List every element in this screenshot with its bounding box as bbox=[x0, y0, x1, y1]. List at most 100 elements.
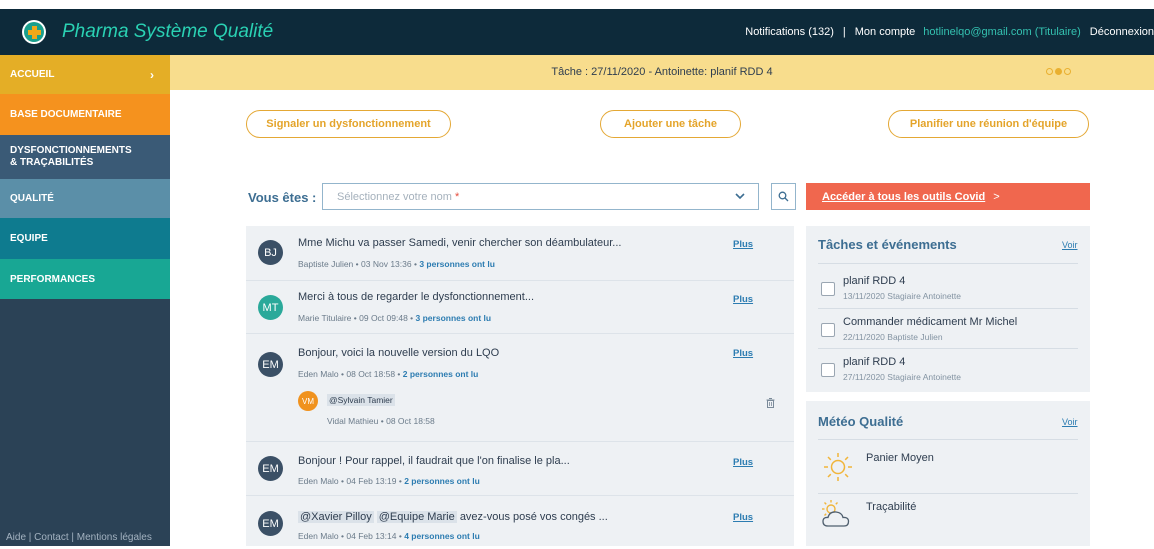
required-mark: * bbox=[455, 191, 460, 203]
message-text: @Xavier Pilloy @Equipe Marie avez-vous p… bbox=[298, 511, 608, 523]
comment-date: 08 Oct 18:58 bbox=[386, 416, 435, 426]
feed-message[interactable]: EM Bonjour, voici la nouvelle version du… bbox=[246, 334, 794, 442]
trash-icon[interactable] bbox=[766, 398, 775, 408]
comment-avatar: VM bbox=[298, 391, 318, 411]
sidebar-item-label-line1: DYSFONCTIONNEMENTS bbox=[10, 145, 132, 156]
search-button[interactable] bbox=[771, 183, 796, 210]
signal-dysfunction-button[interactable]: Signaler un dysfonctionnement bbox=[246, 110, 451, 138]
cross-icon bbox=[27, 25, 41, 39]
message-text: Mme Michu va passer Samedi, venir cherch… bbox=[298, 237, 622, 249]
weather-item-label[interactable]: Panier Moyen bbox=[866, 452, 934, 464]
add-task-button[interactable]: Ajouter une tâche bbox=[600, 110, 741, 138]
chevron-right-icon: > bbox=[993, 190, 1000, 203]
weather-item-label[interactable]: Traçabilité bbox=[866, 501, 916, 513]
task-item[interactable]: planif RDD 4 27/11/2020 Stagiaire Antoin… bbox=[821, 355, 1081, 387]
identity-label: Vous êtes : bbox=[248, 190, 317, 205]
top-bar: Pharma Système Qualité Notifications (13… bbox=[0, 9, 1154, 55]
meta-separator: • bbox=[341, 369, 344, 379]
logout-link[interactable]: Déconnexion bbox=[1090, 26, 1154, 38]
readers-count[interactable]: 2 personnes ont lu bbox=[403, 369, 479, 379]
message-meta: Eden Malo • 04 Feb 13:19 • 2 personnes o… bbox=[298, 476, 480, 486]
account-link[interactable]: Mon compte bbox=[855, 26, 916, 38]
tasks-panel-title: Tâches et événements bbox=[818, 237, 957, 252]
message-text: Merci à tous de regarder le dysfonctionn… bbox=[298, 291, 535, 303]
carousel-dot-active[interactable] bbox=[1055, 68, 1062, 75]
sidebar-item-base-documentaire[interactable]: BASE DOCUMENTAIRE bbox=[0, 94, 170, 135]
message-date: 03 Nov 13:36 bbox=[361, 259, 412, 269]
user-mention[interactable]: @Xavier Pilloy bbox=[298, 511, 374, 523]
readers-count[interactable]: 4 personnes ont lu bbox=[404, 531, 480, 541]
chevron-down-icon bbox=[735, 193, 745, 200]
meta-separator: • bbox=[398, 531, 402, 541]
sidebar-item-performances[interactable]: PERFORMANCES bbox=[0, 259, 170, 299]
separator: | bbox=[842, 26, 846, 38]
quality-weather-title: Météo Qualité bbox=[818, 414, 904, 429]
app-title[interactable]: Pharma Système Qualité bbox=[62, 21, 273, 43]
task-item[interactable]: Commander médicament Mr Michel 22/11/202… bbox=[821, 315, 1081, 347]
message-date: 09 Oct 09:48 bbox=[359, 313, 408, 323]
task-subtitle: 13/11/2020 Stagiaire Antoinette bbox=[843, 291, 961, 301]
avatar: MT bbox=[258, 295, 283, 320]
sidebar: ACCUEIL › BASE DOCUMENTAIRE DYSFONCTIONN… bbox=[0, 55, 170, 546]
sidebar-item-label: PERFORMANCES bbox=[10, 273, 96, 285]
notifications-link[interactable]: Notifications (132) bbox=[745, 26, 834, 38]
message-author: Eden Malo bbox=[298, 369, 339, 379]
readers-count[interactable]: 3 personnes ont lu bbox=[419, 259, 495, 269]
divider bbox=[818, 348, 1078, 349]
sidebar-item-label: QUALITÉ bbox=[10, 193, 54, 204]
avatar: EM bbox=[258, 511, 283, 536]
weather-see-all-link[interactable]: Voir bbox=[1062, 417, 1078, 427]
message-date: 04 Feb 13:14 bbox=[346, 531, 397, 541]
message-author: Baptiste Julien bbox=[298, 259, 354, 269]
feed-message[interactable]: BJ Mme Michu va passer Samedi, venir che… bbox=[246, 226, 794, 281]
carousel-dot[interactable] bbox=[1046, 68, 1053, 75]
feed-message[interactable]: EM @Xavier Pilloy @Equipe Marie avez-vou… bbox=[246, 496, 794, 546]
name-select[interactable]: Sélectionnez votre nom * bbox=[322, 183, 759, 210]
sidebar-item-qualite[interactable]: QUALITÉ bbox=[0, 179, 170, 218]
task-banner: Tâche : 27/11/2020 - Antoinette: planif … bbox=[170, 55, 1154, 90]
message-text: Bonjour, voici la nouvelle version du LQ… bbox=[298, 347, 500, 359]
readers-count[interactable]: 2 personnes ont lu bbox=[404, 476, 480, 486]
covid-tools-button[interactable]: Accéder à tous les outils Covid > bbox=[806, 183, 1090, 210]
group-mention[interactable]: @Equipe Marie bbox=[376, 511, 457, 523]
more-link[interactable]: Plus bbox=[733, 239, 753, 250]
plan-meeting-button[interactable]: Planifier une réunion d'équipe bbox=[888, 110, 1089, 138]
tasks-see-all-link[interactable]: Voir bbox=[1062, 240, 1078, 250]
more-link[interactable]: Plus bbox=[733, 512, 753, 523]
more-link[interactable]: Plus bbox=[733, 348, 753, 359]
readers-count[interactable]: 3 personnes ont lu bbox=[416, 313, 492, 323]
more-link[interactable]: Plus bbox=[733, 457, 753, 468]
task-item[interactable]: planif RDD 4 13/11/2020 Stagiaire Antoin… bbox=[821, 274, 1081, 306]
message-date: 04 Feb 13:19 bbox=[346, 476, 397, 486]
feed-message[interactable]: EM Bonjour ! Pour rappel, il faudrait qu… bbox=[246, 442, 794, 496]
avatar: EM bbox=[258, 352, 283, 377]
top-frame bbox=[0, 0, 1154, 9]
comment-author: Vidal Mathieu bbox=[327, 416, 379, 426]
sidebar-footer-links[interactable]: Aide | Contact | Mentions légales bbox=[6, 532, 152, 543]
task-checkbox[interactable] bbox=[821, 363, 835, 377]
feed-message[interactable]: MT Merci à tous de regarder le dysfoncti… bbox=[246, 281, 794, 334]
more-link[interactable]: Plus bbox=[733, 294, 753, 305]
meta-separator: • bbox=[355, 259, 359, 269]
task-banner-text[interactable]: Tâche : 27/11/2020 - Antoinette: planif … bbox=[170, 66, 1154, 78]
meta-separator: • bbox=[380, 416, 384, 426]
message-author: Marie Titulaire bbox=[298, 313, 352, 323]
sidebar-item-dysfonctionnements[interactable]: DYSFONCTIONNEMENTS & TRAÇABILITÉS bbox=[0, 135, 170, 179]
task-title: planif RDD 4 bbox=[843, 275, 906, 287]
logo-cross-icon[interactable] bbox=[22, 20, 46, 44]
sidebar-item-equipe[interactable]: EQUIPE bbox=[0, 218, 170, 259]
task-checkbox[interactable] bbox=[821, 282, 835, 296]
task-subtitle: 22/11/2020 Baptiste Julien bbox=[843, 332, 943, 342]
carousel-dot[interactable] bbox=[1064, 68, 1071, 75]
tasks-panel: Tâches et événements Voir planif RDD 4 1… bbox=[806, 226, 1090, 392]
message-feed: BJ Mme Michu va passer Samedi, venir che… bbox=[246, 226, 794, 546]
avatar: EM bbox=[258, 456, 283, 481]
account-menu: Notifications (132) | Mon compte hotline… bbox=[745, 26, 1154, 38]
task-checkbox[interactable] bbox=[821, 323, 835, 337]
comment-mention[interactable]: @Sylvain Tamier bbox=[327, 394, 395, 406]
search-icon bbox=[778, 191, 789, 202]
divider bbox=[818, 439, 1078, 440]
sidebar-item-accueil[interactable]: ACCUEIL › bbox=[0, 55, 170, 94]
meta-separator: • bbox=[341, 531, 344, 541]
name-select-placeholder: Sélectionnez votre nom * bbox=[337, 191, 459, 203]
